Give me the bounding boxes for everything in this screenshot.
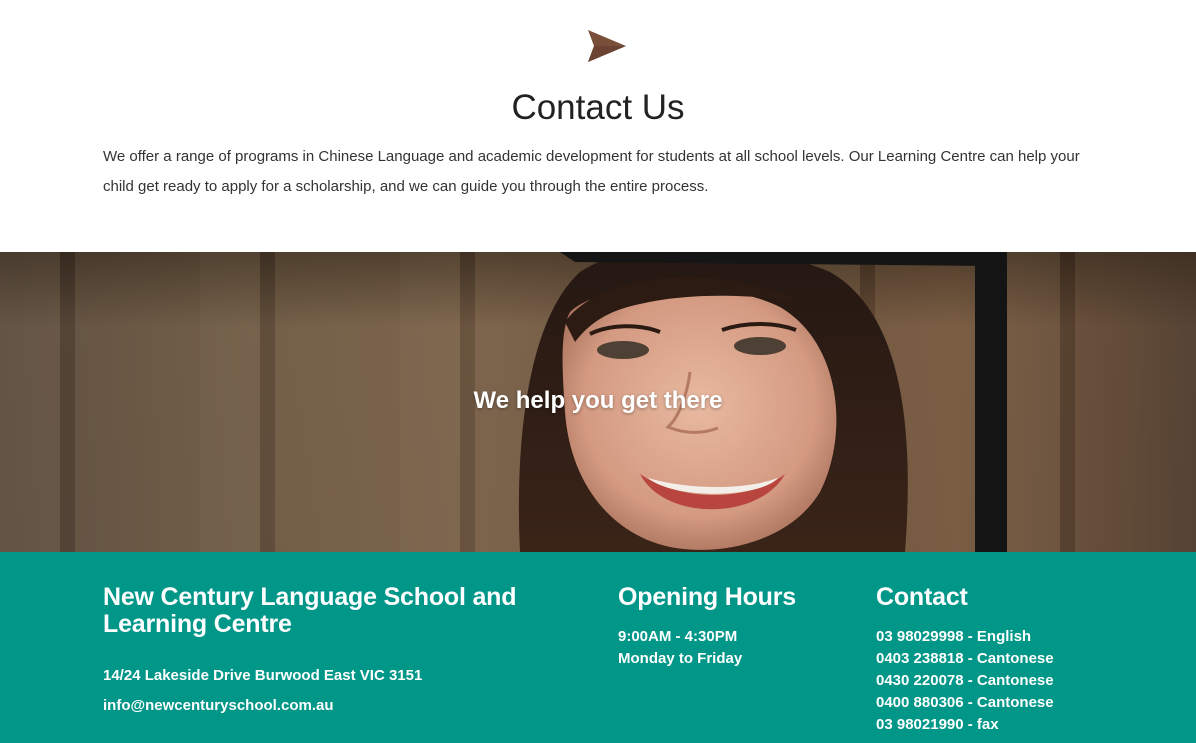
school-email-row: info@newcenturyschool.com.au xyxy=(103,691,603,721)
fax-number: 03 98021990 - fax xyxy=(876,716,999,733)
footer-contact-column: Contact 03 98029998 - English 0403 23881… xyxy=(876,584,1176,736)
phone-cantonese-3[interactable]: 0400 880306 - Cantonese xyxy=(876,692,1176,714)
page-title: Contact Us xyxy=(511,88,685,127)
intro-paragraph: We offer a range of programs in Chinese … xyxy=(103,148,1080,195)
contact-phone-list: 03 98029998 - English 0403 238818 - Cant… xyxy=(876,626,1176,736)
opening-hours-days: Monday to Friday xyxy=(618,650,743,667)
school-name-heading: New Century Language School and Learning… xyxy=(103,583,517,638)
footer-school-column: New Century Language School and Learning… xyxy=(103,584,603,721)
phone-cantonese-1[interactable]: 0403 238818 - Cantonese xyxy=(876,648,1176,670)
phone-english[interactable]: 03 98029998 - English xyxy=(876,626,1176,648)
hero-banner: We help you get there xyxy=(0,252,1196,552)
hero-tagline: We help you get there xyxy=(473,387,723,414)
contact-intro-section: Contact Us We offer a range of programs … xyxy=(0,0,1196,252)
paper-plane-send-icon xyxy=(588,30,626,62)
school-email-link[interactable]: info@newcenturyschool.com.au xyxy=(103,697,334,714)
opening-hours-heading: Opening Hours xyxy=(618,583,796,611)
footer-hours-column: Opening Hours 9:00AM - 4:30PM Monday to … xyxy=(618,584,858,670)
phone-cantonese-2[interactable]: 0430 220078 - Cantonese xyxy=(876,670,1176,692)
opening-hours-time: 9:00AM - 4:30PM xyxy=(618,628,738,645)
opening-hours-list: 9:00AM - 4:30PM Monday to Friday xyxy=(618,626,858,670)
site-footer: New Century Language School and Learning… xyxy=(0,552,1196,743)
contact-heading: Contact xyxy=(876,583,968,611)
school-address: 14/24 Lakeside Drive Burwood East VIC 31… xyxy=(103,667,423,684)
